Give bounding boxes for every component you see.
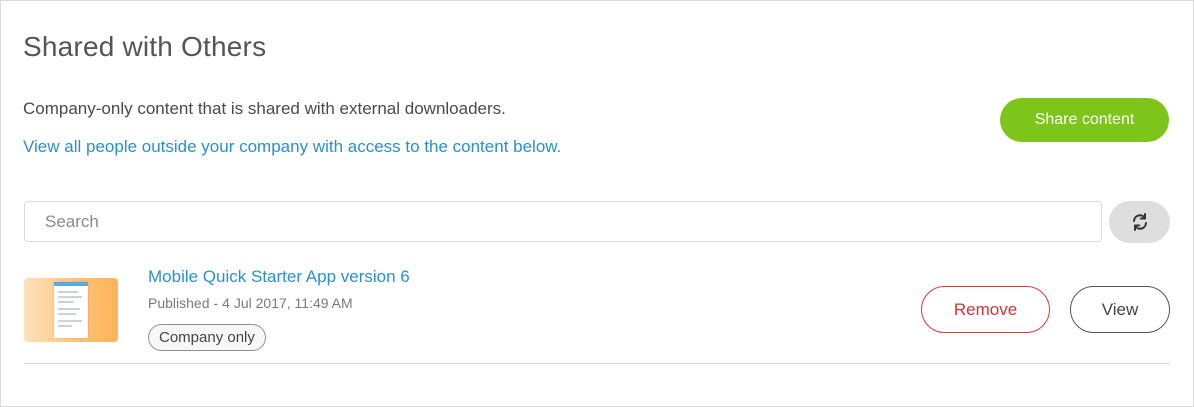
shared-with-others-panel: Shared with Others Company-only content … — [0, 0, 1194, 407]
content-meta: Published -4 Jul 2017, 11:49 AM — [148, 295, 353, 311]
view-external-people-link[interactable]: View all people outside your company wit… — [23, 137, 561, 157]
row-divider — [24, 363, 1170, 364]
content-date: 4 Jul 2017, 11:49 AM — [222, 295, 353, 311]
refresh-button[interactable] — [1109, 201, 1170, 243]
company-only-badge: Company only — [148, 324, 266, 351]
content-status: Published — [148, 295, 210, 311]
content-title-link[interactable]: Mobile Quick Starter App version 6 — [148, 267, 410, 287]
refresh-icon — [1132, 213, 1147, 231]
search-input[interactable] — [24, 201, 1102, 242]
view-button[interactable]: View — [1070, 286, 1170, 333]
remove-button[interactable]: Remove — [921, 286, 1050, 333]
phone-preview-image — [54, 282, 88, 338]
content-thumbnail[interactable] — [24, 278, 118, 342]
page-title: Shared with Others — [23, 31, 267, 62]
meta-separator: - — [213, 295, 219, 311]
share-content-button[interactable]: Share content — [1000, 98, 1169, 142]
page-description: Company-only content that is shared with… — [23, 99, 506, 118]
